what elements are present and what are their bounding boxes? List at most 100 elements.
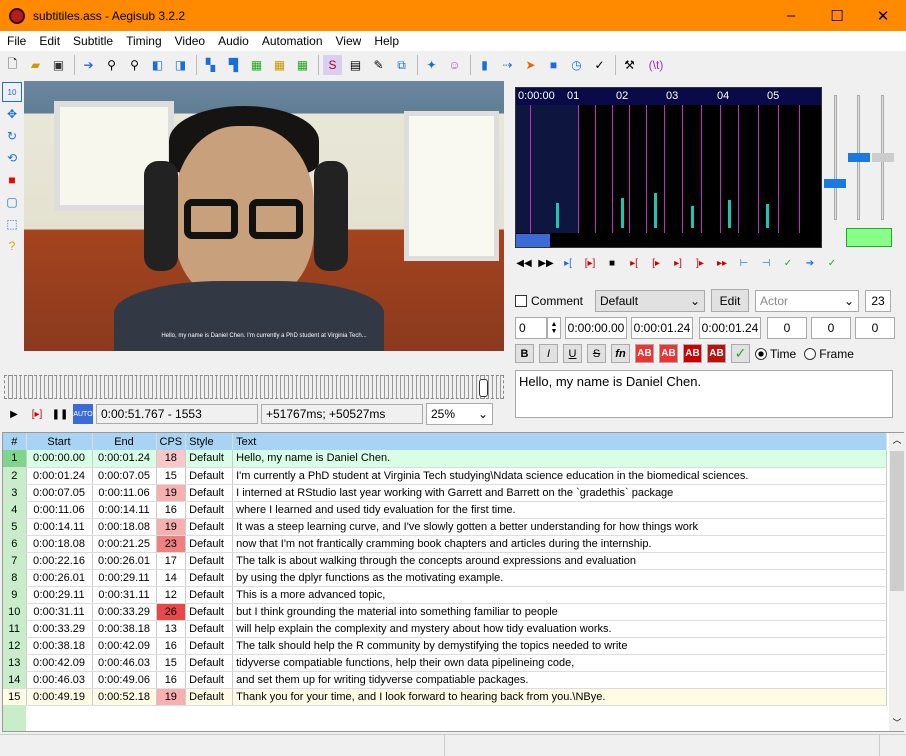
table-row[interactable]: 4 0:00:11.06 0:00:14.11 16 Default where I le… — [3, 501, 887, 519]
resample-icon[interactable]: ▦ — [270, 55, 289, 75]
table-row[interactable]: 5 0:00:14.11 0:00:18.08 19 Default It was a s… — [3, 518, 887, 536]
col-end[interactable]: End — [92, 433, 157, 450]
zoom-knob[interactable] — [824, 179, 846, 188]
secondary-color-button[interactable]: AB — [659, 344, 678, 363]
end-time-field[interactable]: 0:00:01.24 — [631, 317, 693, 339]
col-cps[interactable]: CPS — [156, 433, 187, 450]
menu-video[interactable]: Video — [168, 31, 211, 51]
clock-icon[interactable]: ◷ — [567, 55, 586, 75]
find-replace-icon[interactable]: ▤ — [346, 55, 365, 75]
grid-scrollbar[interactable]: ︿ ﹀ — [889, 433, 905, 731]
table-row[interactable]: 11 0:00:33.29 0:00:38.18 13 Default will help… — [3, 620, 887, 638]
commit-icon[interactable]: ✓ — [779, 253, 797, 273]
menu-file[interactable]: File — [0, 31, 32, 51]
play-before-icon[interactable]: ▸[ — [625, 253, 643, 273]
table-row[interactable]: 14 0:00:46.03 0:00:49.06 16 Default and set t… — [3, 671, 887, 689]
frame-radio[interactable] — [804, 347, 817, 360]
play-line-icon[interactable]: [▸] — [27, 404, 47, 424]
primary-color-button[interactable]: AB — [635, 344, 654, 363]
help-icon[interactable]: ? — [2, 236, 22, 256]
edit-style-button[interactable]: Edit — [711, 289, 750, 312]
audio-waveform-display[interactable]: 0:00:00 01 02 03 04 05 — [515, 87, 822, 248]
play-current-line-icon[interactable]: [▸] — [581, 253, 599, 273]
pause-icon[interactable]: ❚❚ — [50, 404, 70, 424]
outline-color-button[interactable]: AB — [683, 344, 702, 363]
actor-select[interactable]: Actor ⌄ — [755, 289, 860, 312]
vector-clip-icon[interactable]: ⬚ — [2, 214, 22, 234]
spell-check-icon[interactable]: S — [323, 55, 342, 75]
menu-automation[interactable]: Automation — [255, 31, 329, 51]
stop-audio-icon[interactable]: ■ — [603, 253, 621, 273]
duration-field[interactable]: 0:00:01.24 — [699, 317, 761, 339]
col-style[interactable]: Style — [185, 433, 234, 450]
kanji-timer-icon[interactable]: ☺ — [445, 55, 464, 75]
grid-scroll-thumb[interactable] — [890, 451, 904, 591]
font-button[interactable]: fn — [611, 344, 630, 363]
play-selection-icon[interactable]: ▸[ — [559, 253, 577, 273]
table-row[interactable]: 10 0:00:31.11 0:00:33.29 26 Default but I thi… — [3, 603, 887, 621]
underline-button[interactable]: U — [563, 344, 582, 363]
maximize-button[interactable]: ☐ — [814, 0, 860, 31]
volume-knob[interactable] — [848, 153, 870, 162]
snap-to-scene-icon[interactable]: ◧ — [148, 55, 167, 75]
video-seek-slider[interactable] — [4, 375, 504, 399]
audio-zoom-slider[interactable] — [834, 95, 837, 220]
scroll-up-icon[interactable]: ︿ — [889, 433, 905, 446]
attachments-icon[interactable]: ▜ — [224, 55, 243, 75]
timing-post-processor-icon[interactable]: ▮ — [475, 55, 494, 75]
spellcheck-list-icon[interactable]: ✓ — [590, 55, 609, 75]
auto-commit-icon[interactable]: ✓ — [823, 253, 841, 273]
lead-in-icon[interactable]: ⊢ — [735, 253, 753, 273]
next-line-icon[interactable]: ▶▶ — [537, 253, 555, 273]
shift-times-icon[interactable]: ⇢ — [498, 55, 517, 75]
save-file-icon[interactable]: ▣ — [49, 55, 68, 75]
col-text[interactable]: Text — [232, 433, 887, 450]
select-lines-icon[interactable]: ✎ — [369, 55, 388, 75]
translation-icon[interactable]: ⧉ — [392, 55, 411, 75]
time-radio[interactable] — [755, 347, 767, 360]
menu-audio[interactable]: Audio — [211, 31, 255, 51]
auto-scroll-icon[interactable]: AUTO — [73, 404, 93, 424]
col-start[interactable]: Start — [26, 433, 93, 450]
audio-scrollbar[interactable] — [516, 233, 821, 247]
layer-spin[interactable]: 0 — [515, 317, 547, 339]
strikeout-button[interactable]: S — [587, 344, 606, 363]
table-row[interactable]: 15 0:00:49.19 0:00:52.18 19 Default Thank you… — [3, 688, 887, 706]
table-row[interactable]: 12 0:00:38.18 0:00:42.09 16 Default The talk … — [3, 637, 887, 655]
automation-manager-icon[interactable]: ✦ — [422, 55, 441, 75]
play-after-icon[interactable]: ]▸ — [691, 253, 709, 273]
margin-left-field[interactable]: 0 — [767, 317, 807, 339]
menu-view[interactable]: View — [329, 31, 368, 51]
prev-line-icon[interactable]: ◀◀ — [515, 253, 533, 273]
menu-subtitle[interactable]: Subtitle — [66, 31, 119, 51]
table-row[interactable]: 2 0:00:01.24 0:00:07.05 15 Default I'm curren… — [3, 467, 887, 485]
margin-vertical-field[interactable]: 0 — [855, 317, 895, 339]
styles-manager-icon[interactable]: ▚ — [201, 55, 220, 75]
vzoom-knob[interactable] — [872, 153, 894, 162]
close-button[interactable]: ✕ — [860, 0, 906, 31]
comment-checkbox[interactable] — [515, 294, 527, 307]
table-row[interactable]: 3 0:00:07.05 0:00:11.06 19 Default I interned… — [3, 484, 887, 502]
menu-timing[interactable]: Timing — [119, 31, 168, 51]
open-file-icon[interactable]: ▰ — [26, 55, 45, 75]
tools-icon[interactable]: ⚒ — [620, 55, 639, 75]
seek-thumb[interactable] — [479, 379, 488, 397]
rotate-z-icon[interactable]: ↻ — [2, 126, 22, 146]
new-file-icon[interactable]: 🗋 — [3, 55, 22, 75]
bold-button[interactable]: B — [515, 344, 534, 363]
commit-check-icon[interactable]: ✓ — [731, 344, 750, 363]
table-row[interactable]: 1 0:00:00.00 0:00:01.24 18 Default Hello, my … — [3, 450, 887, 468]
video-time-display[interactable]: 0:00:51.767 - 1553 — [96, 404, 258, 424]
table-row[interactable]: 9 0:00:29.11 0:00:31.11 12 Default This is a … — [3, 586, 887, 604]
standard-tool-icon[interactable]: 10 — [2, 82, 22, 102]
style-select[interactable]: Default ⌄ — [595, 289, 706, 312]
play-to-end-icon[interactable]: ▸▸ — [713, 253, 731, 273]
automation-script-icon[interactable]: (\t) — [643, 55, 669, 75]
menu-edit[interactable]: Edit — [32, 31, 66, 51]
scale-icon[interactable]: ■ — [2, 170, 22, 190]
shadow-color-button[interactable]: AB — [707, 344, 726, 363]
table-row[interactable]: 13 0:00:42.09 0:00:46.03 15 Default tidyverse… — [3, 654, 887, 672]
jump-to-icon[interactable]: ➔ — [79, 55, 98, 75]
minimize-button[interactable]: – — [768, 0, 814, 31]
clip-icon[interactable]: ▢ — [2, 192, 22, 212]
